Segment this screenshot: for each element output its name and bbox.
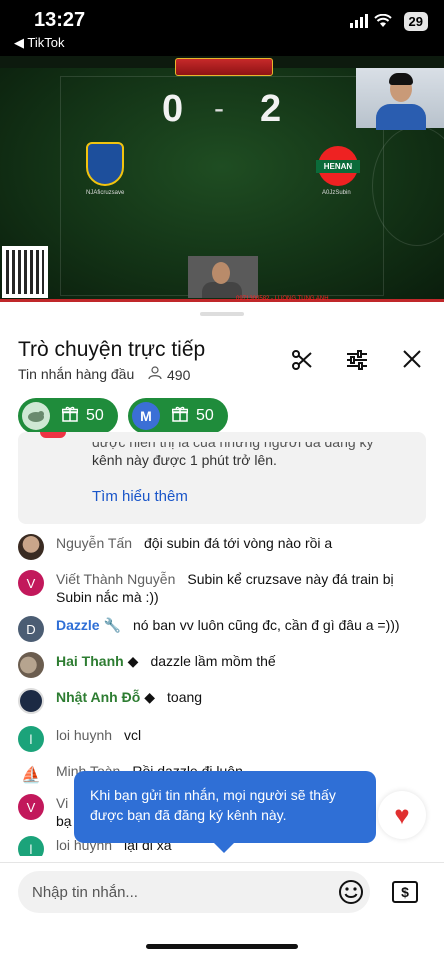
wifi-icon xyxy=(374,13,392,33)
learn-more-link[interactable]: Tìm hiểu thêm xyxy=(92,488,188,505)
member-badge-icon: ◆ xyxy=(127,653,139,669)
gift-icon xyxy=(61,406,79,427)
chat-message: Nhật Anh Đỗ ◆ toang xyxy=(18,688,426,714)
member-visibility-tooltip[interactable]: Khi bạn gửi tin nhắn, mọi người sẽ thấy … xyxy=(74,771,376,853)
drag-handle[interactable] xyxy=(200,312,244,316)
viewer-count: 490 xyxy=(148,366,190,383)
player-webcam xyxy=(188,256,258,298)
heart-icon: ♥ xyxy=(394,799,410,830)
members-info-card: được hiển thị là của những người đã đăng… xyxy=(18,432,426,524)
supporter-count-2: 50 xyxy=(196,407,214,424)
message-author: Viết Thành Nguyễn xyxy=(56,571,176,587)
away-crest-text: HENAN xyxy=(316,160,360,173)
ticker-bar xyxy=(0,299,444,302)
home-team-crest xyxy=(86,142,124,186)
svg-text:$: $ xyxy=(401,884,409,900)
supporter-pill-1[interactable]: 50 xyxy=(18,398,118,434)
user-avatar: V xyxy=(18,570,44,596)
away-team-name: A0JzSubin xyxy=(322,190,351,196)
chat-title: Trò chuyện trực tiếp xyxy=(18,338,206,361)
message-author: loi huynh xyxy=(56,727,113,743)
message-text: dazzle lầm mồm thế xyxy=(150,653,276,669)
chat-input-bar: $ xyxy=(0,862,444,922)
back-to-app-link[interactable]: ◀ TikTok xyxy=(14,35,64,51)
score-home: 0 xyxy=(162,88,184,130)
heart-reaction-button[interactable]: ♥ xyxy=(378,791,426,839)
message-text: vcl xyxy=(124,727,142,743)
message-text: bạ xyxy=(56,813,72,829)
match-stats-table xyxy=(160,136,284,145)
message-author: Hai Thanh xyxy=(56,653,124,669)
chat-message: Hai Thanh ◆ dazzle lầm mồm thế xyxy=(18,652,426,678)
gift-icon xyxy=(171,406,189,427)
user-avatar xyxy=(18,688,44,714)
viewer-count-value: 490 xyxy=(167,366,191,383)
clip-scissors-icon[interactable] xyxy=(290,348,314,377)
status-time: 13:27 xyxy=(34,9,86,31)
chat-message-input[interactable] xyxy=(18,871,370,913)
ticker-text: 0971300582 - LUONG TUNG ANH xyxy=(236,296,329,302)
chat-filter-label[interactable]: Tin nhắn hàng đầu xyxy=(18,366,134,382)
chat-message: V Viết Thành Nguyễn Subin kể cruzsave này… xyxy=(18,570,426,606)
tournament-banner xyxy=(175,58,273,76)
supporter-avatar-1 xyxy=(22,402,50,430)
close-icon[interactable] xyxy=(401,348,423,375)
away-team-crest: HENAN xyxy=(316,146,360,186)
live-chat-panel: Trò chuyện trực tiếp Tin nhắn hàng đầu 4… xyxy=(0,304,444,960)
user-avatar: ⛵ xyxy=(18,762,44,788)
user-avatar: D xyxy=(18,616,44,642)
info-card-text: kênh này được 1 phút trở lên. xyxy=(92,452,277,468)
person-icon xyxy=(148,366,162,383)
score-away: 2 xyxy=(260,88,282,130)
live-video-player[interactable]: 0 - 2 HENAN NJAficruzsave A0JzSubin 0971… xyxy=(0,56,444,302)
home-indicator[interactable] xyxy=(146,944,298,949)
supporter-count-1: 50 xyxy=(86,407,104,424)
message-text: đội subin đá tới vòng nào rồi a xyxy=(144,535,333,551)
app-root: 13:27 ◀ TikTok 29 0 - 2 HENAN NJAficruzs… xyxy=(0,0,444,960)
message-text: nó ban vv luôn cũng đc, cần đ gì đâu a =… xyxy=(133,617,400,633)
message-author: Dazzle xyxy=(56,617,100,633)
super-chat-icon[interactable]: $ xyxy=(392,881,418,908)
user-avatar: l xyxy=(18,726,44,752)
member-badge-icon: ◆ xyxy=(144,689,156,705)
wrench-icon: 🔧 xyxy=(103,617,122,633)
user-avatar: l xyxy=(18,836,44,856)
chat-message: D Dazzle 🔧 nó ban vv luôn cũng đc, cần đ g… xyxy=(18,616,426,642)
user-avatar: V xyxy=(18,794,44,820)
emoji-icon[interactable] xyxy=(338,879,364,910)
message-author: Vi xyxy=(56,795,69,811)
cellular-signal-icon xyxy=(350,14,368,33)
score-separator: - xyxy=(214,92,224,125)
streamer-webcam xyxy=(356,68,444,130)
qr-code xyxy=(2,246,48,298)
user-avatar xyxy=(18,652,44,678)
card-icon-fragment xyxy=(40,432,66,438)
message-text: toang xyxy=(167,689,203,705)
supporter-avatar-2: M xyxy=(132,402,160,430)
status-bar: 13:27 ◀ TikTok 29 xyxy=(0,0,444,56)
filter-settings-icon[interactable] xyxy=(345,348,369,377)
chat-message: Nguyễn Tấn đội subin đá tới vòng nào rồi … xyxy=(18,534,426,560)
chat-message: l loi huynh vcl xyxy=(18,726,426,752)
user-avatar xyxy=(18,534,44,560)
battery-indicator: 29 xyxy=(403,12,428,31)
message-author: Nhật Anh Đỗ xyxy=(56,689,141,705)
home-team-name: NJAficruzsave xyxy=(86,190,125,196)
info-card-cut-text: được hiển thị là của những người đã đăng… xyxy=(92,434,374,450)
supporter-pill-2[interactable]: M 50 xyxy=(128,398,228,434)
message-author: Nguyễn Tấn xyxy=(56,535,133,551)
